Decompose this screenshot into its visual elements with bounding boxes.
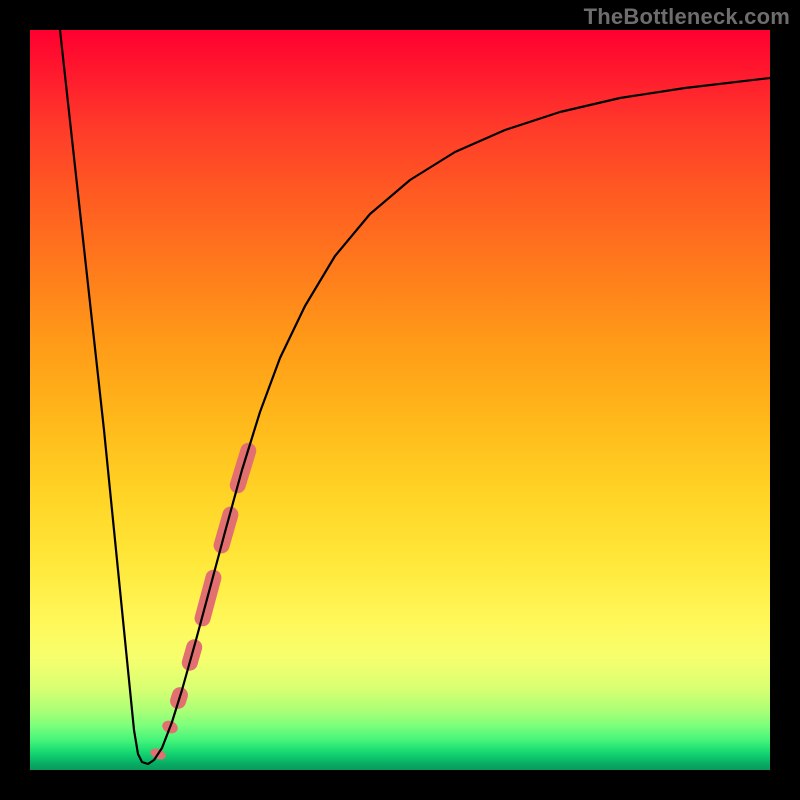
marker-layer (149, 441, 259, 762)
watermark-text: TheBottleneck.com (584, 4, 790, 30)
bottleneck-curve (60, 30, 770, 764)
chart-svg (30, 30, 770, 770)
chart-frame: TheBottleneck.com (0, 0, 800, 800)
plot-area (30, 30, 770, 770)
